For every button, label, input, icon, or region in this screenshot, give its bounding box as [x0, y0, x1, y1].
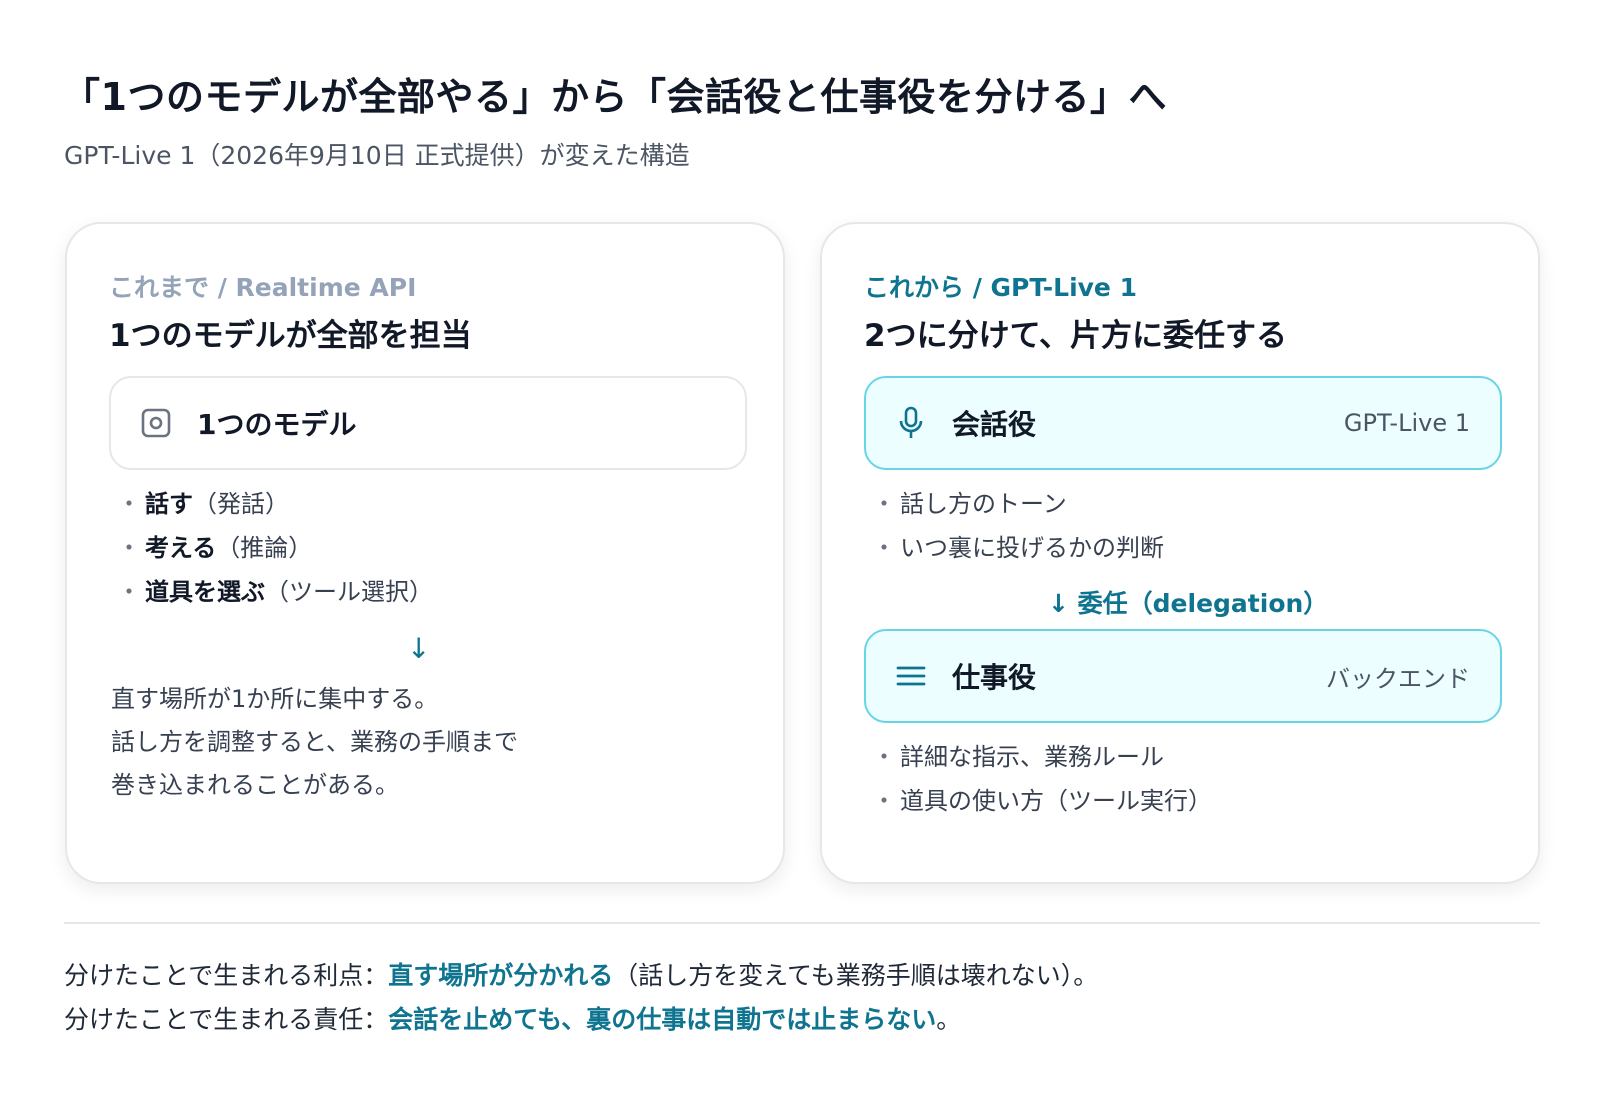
lines-icon	[896, 661, 926, 691]
before-card: これまで / Realtime API 1つのモデルが全部を担当 1つのモデル …	[65, 222, 785, 884]
single-model-label: 1つのモデル	[197, 408, 357, 441]
page-title: 「1つのモデルが全部やる」から「会話役と仕事役を分ける」へ	[62, 75, 1167, 119]
single-model-box: 1つのモデル	[109, 376, 747, 470]
after-card-title: 2つに分けて、片方に委任する	[864, 318, 1288, 354]
list-item: ・詳細な指示、業務ルール	[872, 743, 1164, 771]
list-item: ・いつ裏に投げるかの判断	[872, 534, 1164, 562]
list-item: ・話す（発話）	[117, 490, 289, 518]
list-item: ・話し方のトーン	[872, 490, 1067, 518]
after-eyebrow: これから / GPT-Live 1	[864, 273, 1137, 302]
footer-responsibility: 分けたことで生まれる責任：会話を止めても、裏の仕事は自動では止まらない。	[64, 1005, 962, 1034]
work-role-tag: バックエンド	[1326, 664, 1470, 693]
conversation-role-tag: GPT-Live 1	[1343, 409, 1470, 437]
page-subtitle: GPT-Live 1（2026年9月10日 正式提供）が変えた構造	[64, 141, 690, 170]
before-note: 直す場所が1か所に集中する。 話し方を調整すると、業務の手順まで 巻き込まれるこ…	[111, 685, 519, 799]
delegation-label: ↓ 委任（delegation）	[1048, 589, 1329, 618]
before-bullet-list: ・話す（発話） ・考える（推論） ・道具を選ぶ（ツール選択）	[117, 482, 433, 614]
work-bullet-list: ・詳細な指示、業務ルール ・道具の使い方（ツール実行）	[872, 735, 1212, 823]
after-card: これから / GPT-Live 1 2つに分けて、片方に委任する 会話役 GPT…	[820, 222, 1540, 884]
footer-benefit: 分けたことで生まれる利点：直す場所が分かれる（話し方を変えても業務手順は壊れない…	[64, 961, 1099, 990]
before-card-title: 1つのモデルが全部を担当	[109, 318, 472, 354]
conversation-bullet-list: ・話し方のトーン ・いつ裏に投げるかの判断	[872, 482, 1164, 570]
down-arrow: ↓	[407, 632, 431, 665]
divider	[64, 922, 1540, 924]
work-role-box: 仕事役 バックエンド	[864, 629, 1502, 723]
list-item: ・考える（推論）	[117, 534, 313, 562]
list-item: ・道具の使い方（ツール実行）	[872, 787, 1212, 815]
microphone-icon	[896, 406, 926, 438]
chip-icon	[141, 408, 171, 438]
before-eyebrow: これまで / Realtime API	[109, 273, 417, 302]
conversation-role-box: 会話役 GPT-Live 1	[864, 376, 1502, 470]
conversation-role-label: 会話役	[952, 408, 1037, 441]
list-item: ・道具を選ぶ（ツール選択）	[117, 578, 433, 606]
work-role-label: 仕事役	[952, 661, 1037, 694]
